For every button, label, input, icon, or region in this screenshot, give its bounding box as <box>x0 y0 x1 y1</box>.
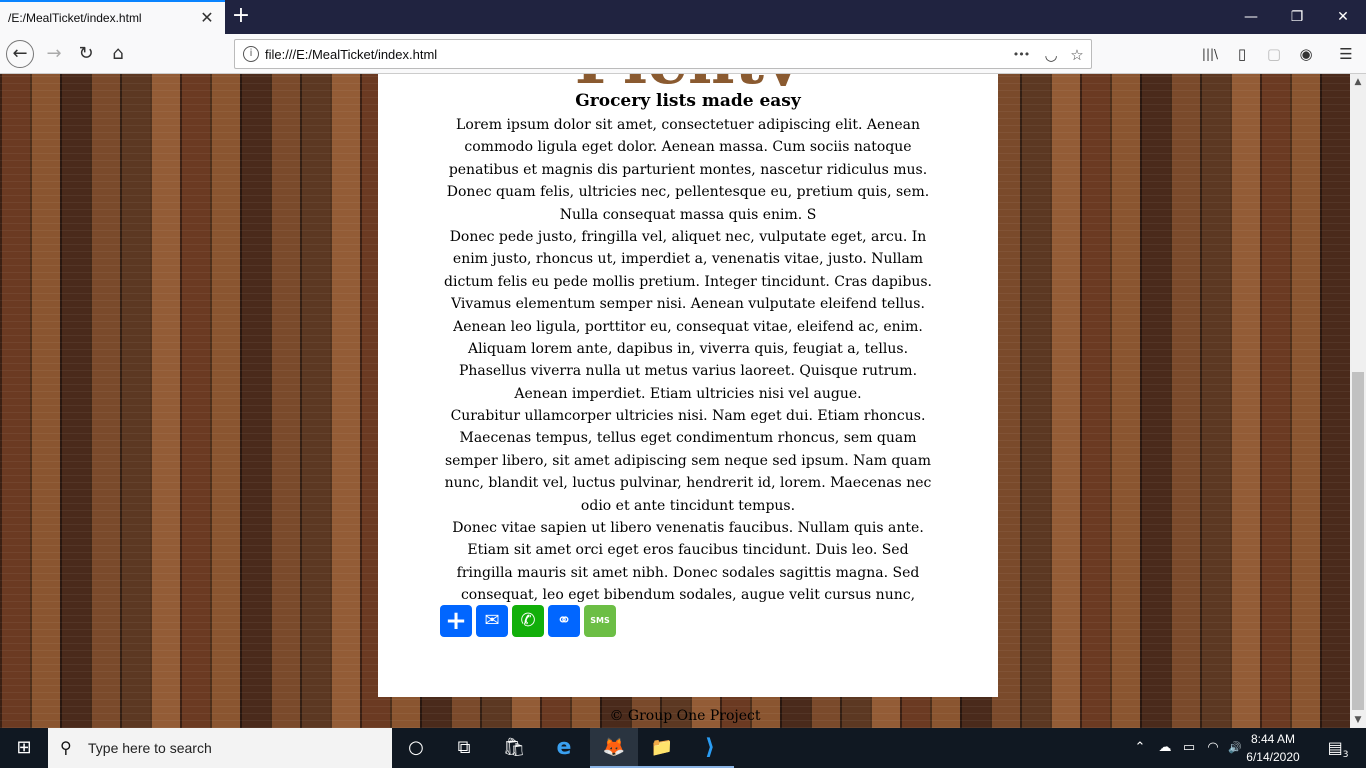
content-card: Plenty Grocery lists made easy Lorem ips… <box>378 74 998 697</box>
tray-chevron-icon[interactable]: ⌃ <box>1130 728 1150 768</box>
reload-button[interactable]: ↻ <box>72 40 100 68</box>
page-actions-icon[interactable]: ••• <box>1011 45 1031 65</box>
scroll-down-icon[interactable]: ▼ <box>1350 712 1366 728</box>
store-icon[interactable]: 🛍 <box>490 728 538 768</box>
menu-icon[interactable]: ☰ <box>1336 44 1356 64</box>
library-icon[interactable]: |||\ <box>1200 44 1220 64</box>
search-placeholder[interactable]: Type here to search <box>88 740 212 756</box>
vscode-icon[interactable]: ⟩ <box>686 728 734 768</box>
restore-button[interactable]: ❐ <box>1274 4 1320 30</box>
clock-time: 8:44 AM <box>1250 732 1296 746</box>
start-button[interactable]: ⊞ <box>0 728 48 768</box>
pocket-icon[interactable]: ◡ <box>1041 45 1061 65</box>
hero-heading: Plenty <box>378 74 998 86</box>
minimize-button[interactable]: — <box>1228 4 1274 30</box>
edge-icon[interactable]: e <box>540 728 588 768</box>
whatsapp-share-button[interactable]: ✆ <box>512 605 544 637</box>
browser-tab[interactable]: /E:/MealTicket/index.html ✕ <box>0 0 225 34</box>
battery-icon[interactable]: ▭ <box>1178 728 1200 768</box>
windows-taskbar: ⊞ ⚲ Type here to search ○ ⧉ 🛍 e 🦊 📁 ⟩ ⌃ … <box>0 728 1366 768</box>
url-text[interactable]: file:///E:/MealTicket/index.html <box>265 47 437 62</box>
firefox-icon[interactable]: 🦊 <box>590 728 638 768</box>
copy-link-button[interactable]: ⚭ <box>548 605 580 637</box>
close-window-button[interactable]: ✕ <box>1320 4 1366 30</box>
task-view-icon[interactable]: ⧉ <box>440 728 488 768</box>
forward-button[interactable]: → <box>40 40 68 68</box>
paragraph-4: Donec vitae sapien ut libero venenatis f… <box>452 520 924 604</box>
home-button[interactable]: ⌂ <box>104 40 132 68</box>
clock-date: 6/14/2020 <box>1246 750 1300 764</box>
paragraph-1: Lorem ipsum dolor sit amet, consectetuer… <box>446 117 930 223</box>
info-icon[interactable]: i <box>243 46 259 62</box>
new-tab-button[interactable]: + <box>229 4 253 30</box>
navigation-bar: ← → ↻ ⌂ i file:///E:/MealTicket/index.ht… <box>0 34 1366 74</box>
taskbar-clock[interactable]: 8:44 AM 6/14/2020 <box>1240 730 1306 766</box>
scroll-thumb[interactable] <box>1352 372 1364 710</box>
extension-icon[interactable]: ▢ <box>1264 44 1284 64</box>
page-viewport: Plenty Grocery lists made easy Lorem ips… <box>0 74 1350 728</box>
file-explorer-icon[interactable]: 📁 <box>638 728 686 768</box>
paragraph-3: Curabitur ullamcorper ultricies nisi. Na… <box>444 408 932 514</box>
page-subtitle: Grocery lists made easy <box>575 91 801 111</box>
sms-share-button[interactable]: SMS <box>584 605 616 637</box>
notifications-icon[interactable]: ▤3 <box>1318 728 1358 768</box>
browser-title-bar: /E:/MealTicket/index.html ✕ + — ❐ ✕ <box>0 0 1366 34</box>
onedrive-icon[interactable]: ☁ <box>1154 728 1176 768</box>
cortana-icon[interactable]: ○ <box>392 728 440 768</box>
bookmark-star-icon[interactable]: ☆ <box>1067 45 1087 65</box>
tab-close-icon[interactable]: ✕ <box>198 9 216 27</box>
taskbar-search[interactable]: ⚲ Type here to search <box>48 728 392 768</box>
email-share-button[interactable]: ✉ <box>476 605 508 637</box>
page-scrollbar[interactable]: ▲ ▼ <box>1350 74 1366 728</box>
notification-count: 3 <box>1342 750 1349 761</box>
search-icon: ⚲ <box>60 738 72 757</box>
paragraph-2: Donec pede justo, fringilla vel, aliquet… <box>444 229 932 402</box>
notification-center-icon: ▤ <box>1327 738 1343 757</box>
url-bar[interactable]: i file:///E:/MealTicket/index.html ••• ◡… <box>234 39 1092 69</box>
back-button[interactable]: ← <box>6 40 34 68</box>
scroll-up-icon[interactable]: ▲ <box>1350 74 1366 90</box>
tab-title: /E:/MealTicket/index.html <box>8 11 142 25</box>
page-footer: © Group One Project <box>609 708 761 724</box>
account-icon[interactable]: ◉ <box>1296 44 1316 64</box>
wifi-icon[interactable]: ◠ <box>1202 728 1224 768</box>
share-button[interactable]: + <box>440 605 472 637</box>
sidebar-icon[interactable]: ▯ <box>1232 44 1252 64</box>
